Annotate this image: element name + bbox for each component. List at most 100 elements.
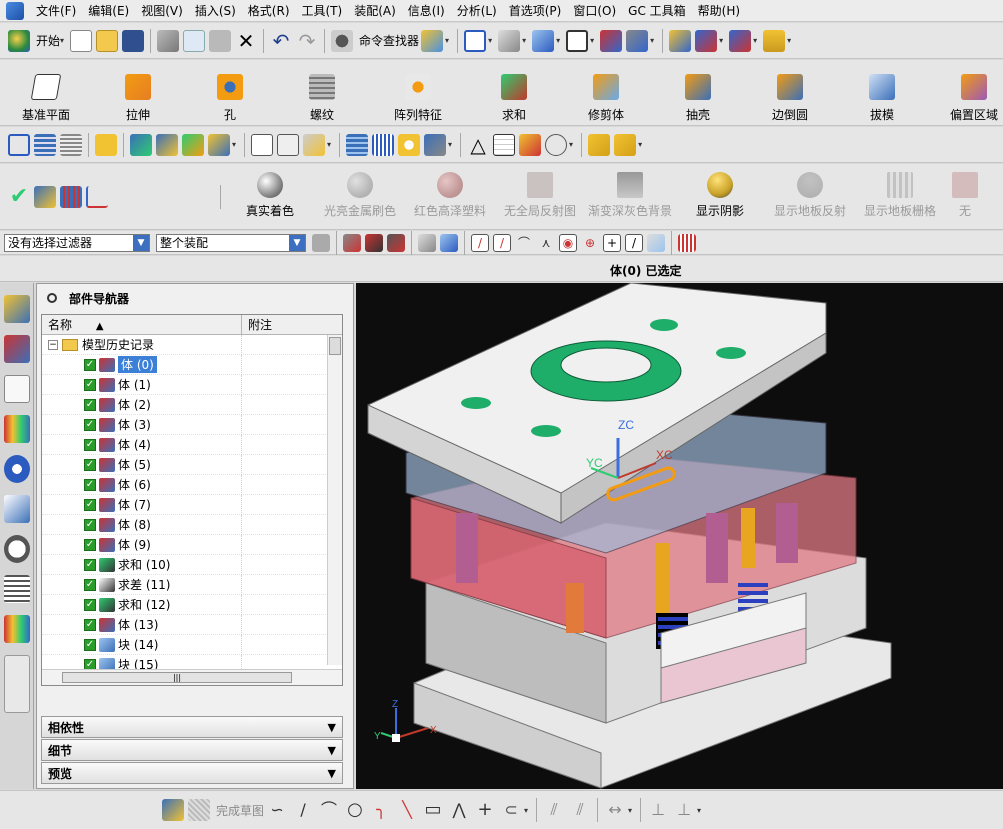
profile-icon[interactable]: ∽ [266,799,288,821]
interference-icon[interactable] [303,133,326,156]
show-shadow-button[interactable]: 显示阴影 [675,164,765,229]
tree-row[interactable]: ✓ 体 (8) [42,514,342,535]
layer-list-icon[interactable] [60,133,82,156]
column-header-note[interactable]: 附注 [242,315,342,334]
chevron-down-icon[interactable]: ▾ [697,806,701,815]
chevron-down-icon[interactable]: ▾ [522,36,526,45]
show-hide-icon[interactable] [695,29,718,52]
chevron-down-icon[interactable]: ▾ [524,806,528,815]
save-icon[interactable] [122,29,145,52]
snap-surface-icon[interactable] [647,233,665,252]
tree-row[interactable]: ✓ 块 (14) [42,634,342,655]
menu-view[interactable]: 视图(V) [135,0,189,22]
chevron-down-icon[interactable]: ▼ [328,721,336,734]
snap-control-icon[interactable]: ⌒ [515,234,533,252]
menu-file[interactable]: 文件(F) [30,0,82,22]
assembly-filter-icon[interactable] [312,233,330,252]
constraint-sketch-icon[interactable]: ⊥ [647,799,669,821]
fastener-icon[interactable] [424,133,447,156]
menu-format[interactable]: 格式(R) [242,0,296,22]
chevron-down-icon[interactable]: ▾ [650,36,654,45]
tree-row[interactable]: ✓ 体 (0) [42,354,342,375]
graphics-viewport[interactable]: ZC XC YC Z X Y [356,283,1003,789]
background-icon[interactable] [566,29,589,52]
visibility-checkbox[interactable]: ✓ [84,418,96,431]
chevron-down-icon[interactable]: ▾ [719,36,723,45]
visibility-checkbox[interactable]: ✓ [84,558,96,571]
tree-row[interactable]: ✓ 求差 (11) [42,574,342,595]
chevron-down-icon[interactable]: ▾ [590,36,594,45]
no-reflection-button[interactable]: 无全局反射图 [495,164,585,229]
line-icon[interactable]: / [292,799,314,821]
visibility-checkbox[interactable]: ✓ [84,518,96,531]
visibility-checkbox[interactable]: ✓ [84,378,96,391]
group-icon[interactable] [545,133,568,156]
note-icon[interactable] [95,133,117,156]
chevron-down-icon[interactable]: ▾ [753,36,757,45]
brushed-metal-button[interactable]: 光亮金属刷色 [315,164,405,229]
reuse-library-icon[interactable] [4,415,30,443]
add-component-icon[interactable] [130,133,152,156]
part-navigator-icon[interactable] [4,375,30,403]
move-component-icon[interactable] [182,133,204,156]
offset-region-button[interactable]: 偏置区域 [928,62,1003,124]
info-icon[interactable] [4,455,30,483]
rail-scroll-control[interactable] [4,655,30,713]
fillet-icon[interactable]: ╮ [370,799,392,821]
select-feature-icon[interactable] [440,233,458,252]
visibility-checkbox[interactable]: ✓ [84,578,96,591]
measure-icon[interactable] [763,29,786,52]
history-icon[interactable] [4,535,30,563]
tree-row[interactable]: ✓ 求和 (12) [42,594,342,615]
panel-dependencies[interactable]: 相依性 ▼ [41,716,343,738]
thread-button[interactable]: 螺纹 [276,62,368,124]
chevron-down-icon[interactable]: ▼ [289,234,305,251]
bearing-icon[interactable] [398,133,421,156]
tree-row[interactable]: ✓ 体 (13) [42,614,342,635]
dimension-icon[interactable]: ↔ [604,799,626,821]
menu-preferences[interactable]: 首选项(P) [503,0,568,22]
redo-icon[interactable]: ↷ [296,30,318,52]
chevron-down-icon[interactable]: ▼ [133,234,149,251]
snap-point-icon[interactable] [343,233,361,252]
tree-row[interactable]: ✓ 体 (7) [42,494,342,515]
auto-constraint-icon[interactable]: ⊥ [673,799,695,821]
menu-help[interactable]: 帮助(H) [692,0,746,22]
snap-curve-icon[interactable]: / [625,233,643,252]
render-grid-icon[interactable] [60,185,82,208]
new-file-icon[interactable] [70,29,93,52]
layer-icon[interactable] [34,133,56,156]
menu-window[interactable]: 窗口(O) [567,0,622,22]
snap-intersection-pt-icon[interactable]: ⋏ [537,234,555,252]
pin-icon[interactable] [47,293,57,303]
visibility-checkbox[interactable]: ✓ [84,618,96,631]
visibility-checkbox[interactable]: ✓ [84,538,96,551]
menu-gc-toolbox[interactable]: GC 工具箱 [622,0,692,22]
fit-view-icon[interactable] [464,29,487,52]
shaded-cube-icon[interactable] [532,29,555,52]
spring-icon[interactable] [372,133,395,156]
cut-icon[interactable] [157,29,180,52]
tree-row[interactable]: ✓ 体 (4) [42,434,342,455]
visibility-checkbox[interactable]: ✓ [84,458,96,471]
unite-button[interactable]: 求和 [468,62,560,124]
panel-details[interactable]: 细节 ▼ [41,739,343,761]
polygon-icon[interactable]: ⋀ [448,799,470,821]
table-icon[interactable] [493,133,516,156]
triangle-icon[interactable]: △ [467,134,489,156]
start-button[interactable]: 开始 [36,32,60,49]
point-icon[interactable]: + [474,799,496,821]
selection-icon[interactable] [421,29,444,52]
pattern-feature-button[interactable]: 阵列特征 [368,62,468,124]
section-view-icon[interactable] [600,29,623,52]
snap-grid-icon[interactable] [678,233,696,252]
analysis-icon[interactable] [519,133,542,156]
edge-blend-button[interactable]: 边倒圆 [744,62,836,124]
snap-existing-icon[interactable]: + [603,233,621,252]
column-header-name[interactable]: 名称 ▲ [42,315,242,334]
studio-icon[interactable] [34,185,56,208]
floor-grid-button[interactable]: 显示地板栅格 [855,164,945,229]
tree-vertical-scrollbar[interactable] [327,335,342,665]
tree-row[interactable]: ✓ 体 (1) [42,374,342,395]
rectangle-icon[interactable]: ▭ [422,799,444,821]
